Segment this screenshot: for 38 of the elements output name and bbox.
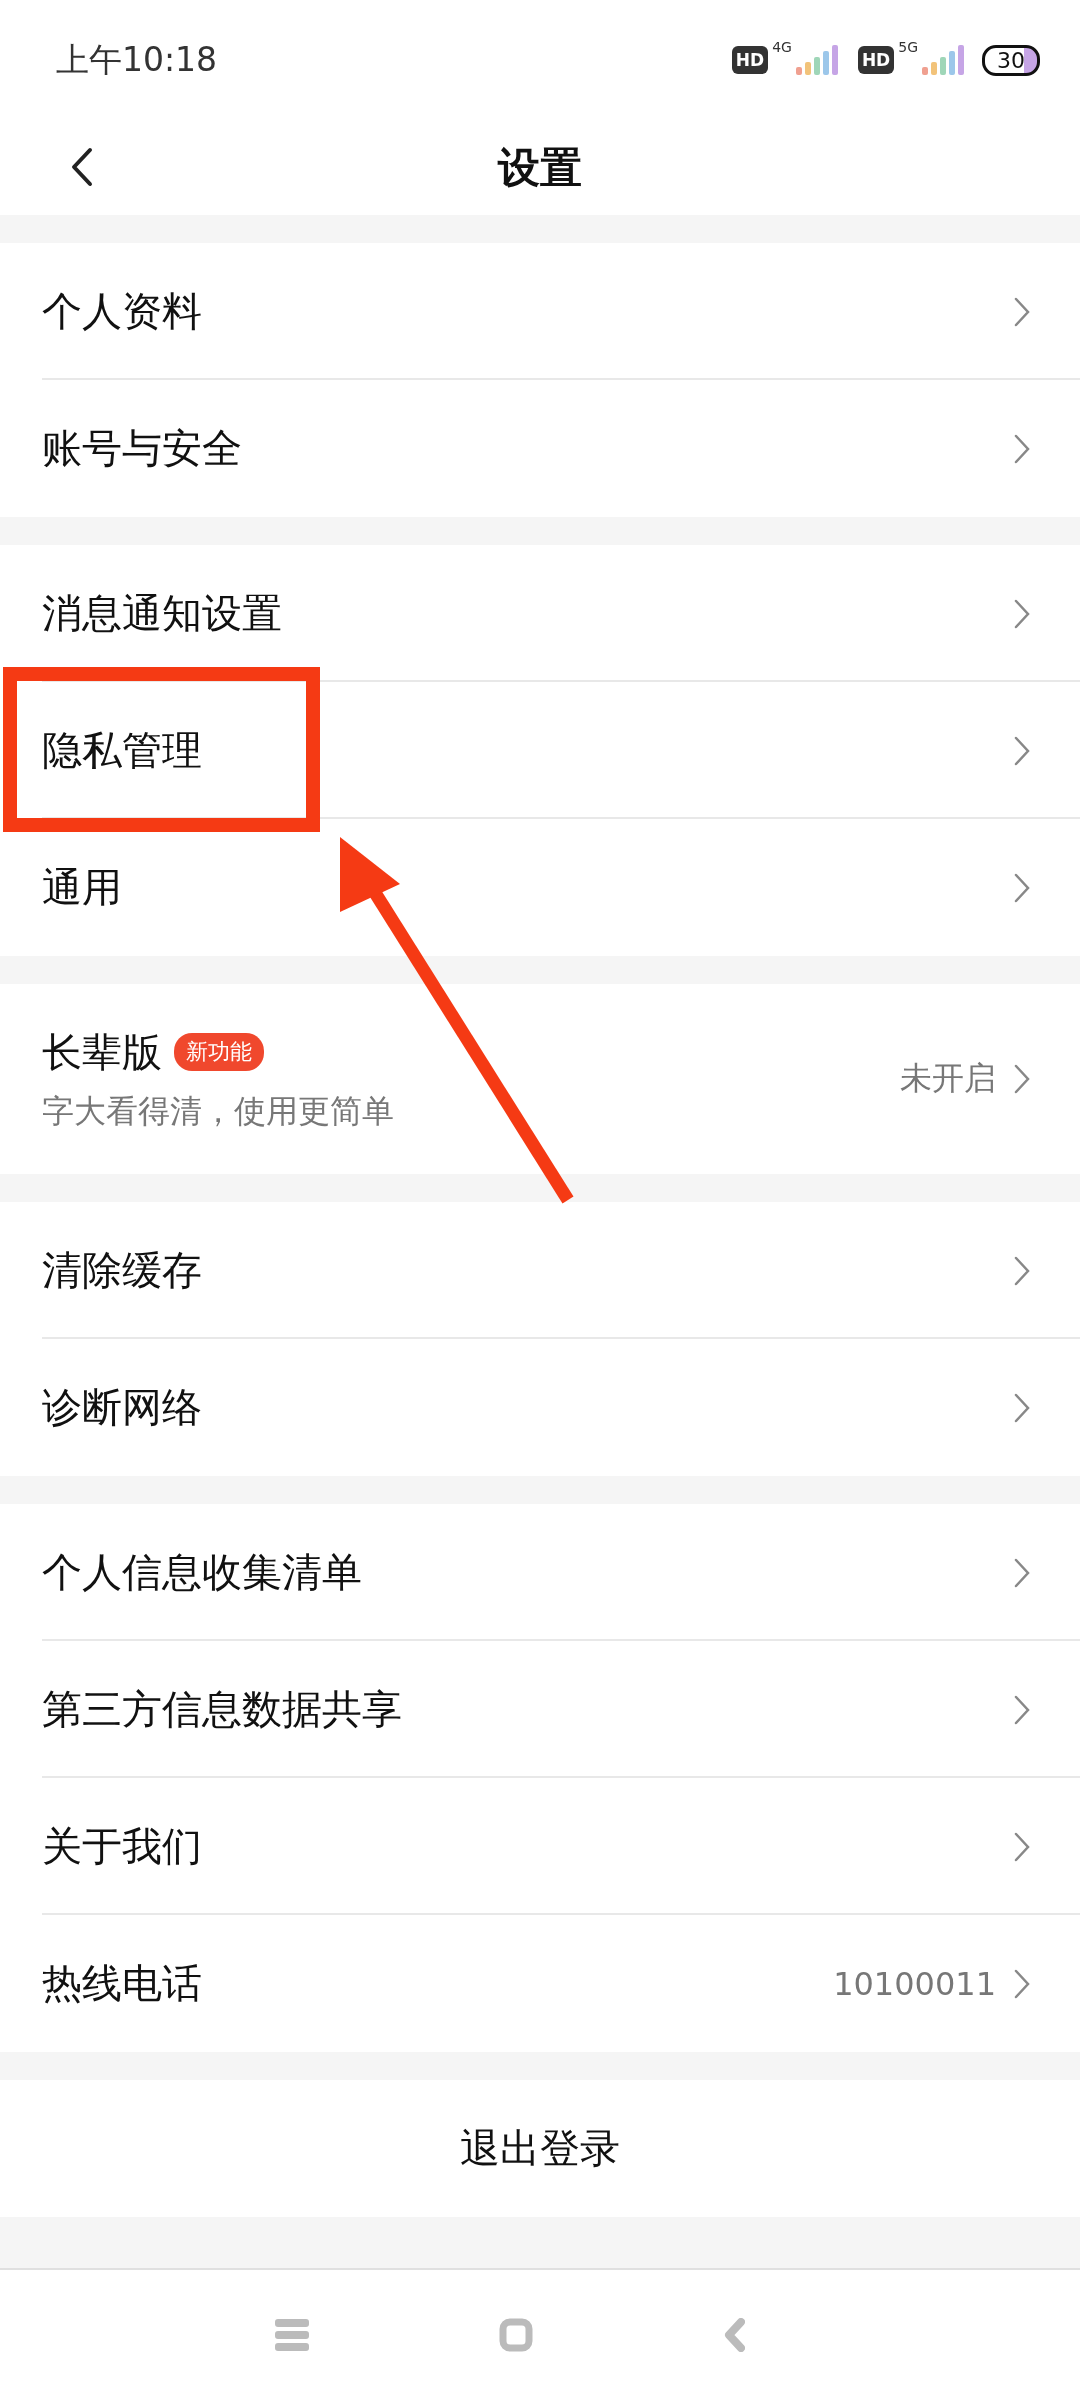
settings-item[interactable]: 热线电话 10100011 xyxy=(0,1915,1080,2052)
new-badge: 新功能 xyxy=(174,1033,264,1071)
settings-item[interactable]: 关于我们 xyxy=(0,1778,1080,1915)
hd-badge: HD xyxy=(857,46,895,74)
chevron-icon xyxy=(1014,433,1030,464)
settings-item[interactable]: 账号与安全 xyxy=(0,380,1080,517)
chevron-icon xyxy=(1014,598,1030,629)
chevron-icon xyxy=(1014,1694,1030,1725)
signal-icon xyxy=(922,45,966,75)
hd-badge: HD xyxy=(731,46,769,74)
chevron-icon xyxy=(1014,872,1030,903)
settings-item[interactable]: 第三方信息数据共享 xyxy=(0,1641,1080,1778)
settings-item[interactable]: 清除缓存 xyxy=(0,1202,1080,1339)
settings-item[interactable]: 消息通知设置 xyxy=(0,545,1080,682)
settings-item[interactable]: 隐私管理 xyxy=(0,682,1080,819)
chevron-icon xyxy=(1014,1557,1030,1588)
home-icon[interactable] xyxy=(499,2318,533,2352)
back-nav-icon[interactable] xyxy=(723,2318,745,2352)
settings-item[interactable]: 通用 xyxy=(0,819,1080,956)
page-title: 设置 xyxy=(498,141,582,194)
status-time: 上午10:18 xyxy=(56,38,218,81)
settings-item[interactable]: 个人信息收集清单 xyxy=(0,1504,1080,1641)
signal-icon xyxy=(795,45,840,75)
settings-item[interactable]: 个人资料 xyxy=(0,243,1080,380)
menu-icon[interactable] xyxy=(275,2319,309,2351)
network-type: 4G xyxy=(772,38,792,55)
chevron-icon xyxy=(1014,1392,1030,1423)
chevron-icon xyxy=(1014,1831,1030,1862)
back-icon[interactable] xyxy=(70,147,94,187)
settings-item[interactable]: 长辈版 新功能 字大看得清，使用更简单 未开启 xyxy=(0,984,1080,1174)
chevron-icon xyxy=(1014,735,1030,766)
chevron-icon xyxy=(1014,1255,1030,1286)
battery-indicator: 30 xyxy=(982,44,1040,76)
chevron-icon xyxy=(1014,296,1030,327)
chevron-icon xyxy=(1014,1968,1030,1999)
chevron-icon xyxy=(1014,1064,1030,1094)
settings-item[interactable]: 诊断网络 xyxy=(0,1339,1080,1476)
network-type: 5G xyxy=(898,38,918,55)
